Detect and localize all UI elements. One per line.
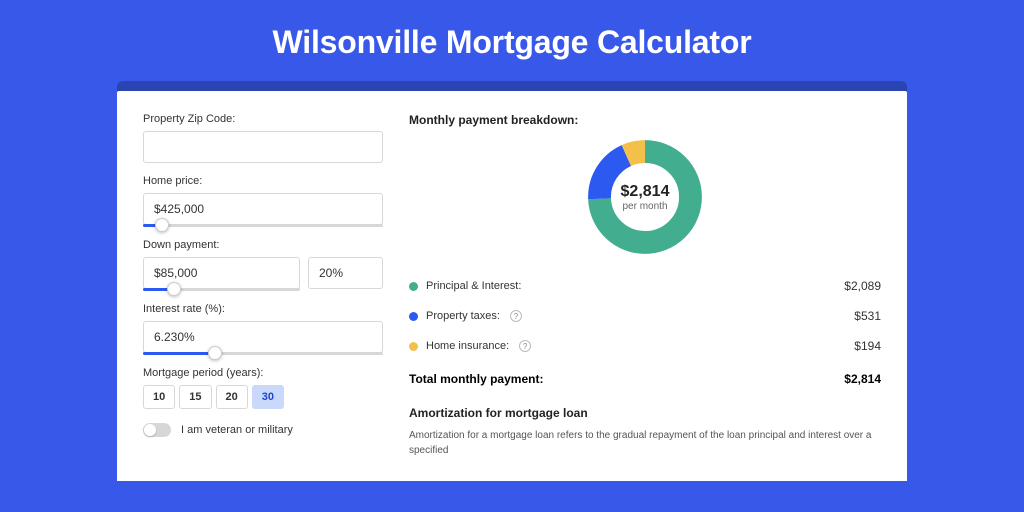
legend-label-pi: Principal & Interest: bbox=[426, 280, 521, 292]
total-row: Total monthly payment: $2,814 bbox=[409, 361, 881, 398]
legend-value-ins: $194 bbox=[854, 339, 881, 353]
down-payment-slider[interactable] bbox=[143, 288, 300, 291]
donut-wrap: $2,814 per month bbox=[409, 137, 881, 257]
inputs-column: Property Zip Code: Home price: Down paym… bbox=[143, 113, 383, 481]
donut-center: $2,814 per month bbox=[585, 137, 705, 257]
home-price-label: Home price: bbox=[143, 175, 383, 187]
interest-slider[interactable] bbox=[143, 352, 383, 355]
legend-left-pi: Principal & Interest: bbox=[409, 280, 521, 292]
down-payment-group: Down payment: bbox=[143, 239, 383, 291]
swatch-pi-icon bbox=[409, 282, 418, 291]
total-value: $2,814 bbox=[844, 372, 881, 386]
interest-slider-fill bbox=[143, 352, 215, 355]
total-label: Total monthly payment: bbox=[409, 372, 543, 386]
legend-row-pi: Principal & Interest: $2,089 bbox=[409, 271, 881, 301]
period-btn-20[interactable]: 20 bbox=[216, 385, 248, 409]
swatch-ins-icon bbox=[409, 342, 418, 351]
period-group: Mortgage period (years): 10 15 20 30 bbox=[143, 367, 383, 409]
legend-label-tax: Property taxes: bbox=[426, 310, 500, 322]
down-payment-pct-input[interactable] bbox=[308, 257, 383, 289]
calculator-card: Property Zip Code: Home price: Down paym… bbox=[117, 91, 907, 481]
down-payment-label: Down payment: bbox=[143, 239, 383, 251]
veteran-toggle[interactable] bbox=[143, 423, 171, 437]
veteran-label: I am veteran or military bbox=[181, 424, 293, 436]
card-shadow: Property Zip Code: Home price: Down paym… bbox=[117, 81, 907, 481]
help-icon[interactable]: ? bbox=[510, 310, 522, 322]
down-payment-slider-thumb[interactable] bbox=[167, 282, 181, 296]
breakdown-title: Monthly payment breakdown: bbox=[409, 113, 881, 127]
zip-label: Property Zip Code: bbox=[143, 113, 383, 125]
home-price-group: Home price: bbox=[143, 175, 383, 227]
legend-value-tax: $531 bbox=[854, 309, 881, 323]
down-payment-input[interactable] bbox=[143, 257, 300, 289]
interest-label: Interest rate (%): bbox=[143, 303, 383, 315]
home-price-slider[interactable] bbox=[143, 224, 383, 227]
period-btn-10[interactable]: 10 bbox=[143, 385, 175, 409]
period-btn-30[interactable]: 30 bbox=[252, 385, 284, 409]
zip-field-group: Property Zip Code: bbox=[143, 113, 383, 163]
amortization-title: Amortization for mortgage loan bbox=[409, 406, 881, 420]
period-label: Mortgage period (years): bbox=[143, 367, 383, 379]
page-title: Wilsonville Mortgage Calculator bbox=[0, 24, 1024, 61]
veteran-row: I am veteran or military bbox=[143, 423, 383, 437]
legend-row-tax: Property taxes: ? $531 bbox=[409, 301, 881, 331]
swatch-tax-icon bbox=[409, 312, 418, 321]
interest-slider-thumb[interactable] bbox=[208, 346, 222, 360]
period-buttons: 10 15 20 30 bbox=[143, 385, 383, 409]
legend-left-ins: Home insurance: ? bbox=[409, 340, 531, 352]
legend-label-ins: Home insurance: bbox=[426, 340, 509, 352]
period-btn-15[interactable]: 15 bbox=[179, 385, 211, 409]
zip-input[interactable] bbox=[143, 131, 383, 163]
interest-input[interactable] bbox=[143, 321, 383, 353]
hero: Wilsonville Mortgage Calculator bbox=[0, 0, 1024, 81]
donut-chart: $2,814 per month bbox=[585, 137, 705, 257]
donut-center-value: $2,814 bbox=[621, 183, 670, 201]
donut-center-sub: per month bbox=[622, 201, 667, 212]
interest-group: Interest rate (%): bbox=[143, 303, 383, 355]
breakdown-column: Monthly payment breakdown: $2,814 per mo… bbox=[409, 113, 881, 481]
legend-row-ins: Home insurance: ? $194 bbox=[409, 331, 881, 361]
home-price-slider-thumb[interactable] bbox=[155, 218, 169, 232]
legend-value-pi: $2,089 bbox=[844, 279, 881, 293]
help-icon[interactable]: ? bbox=[519, 340, 531, 352]
home-price-input[interactable] bbox=[143, 193, 383, 225]
amortization-text: Amortization for a mortgage loan refers … bbox=[409, 428, 881, 458]
legend-left-tax: Property taxes: ? bbox=[409, 310, 522, 322]
